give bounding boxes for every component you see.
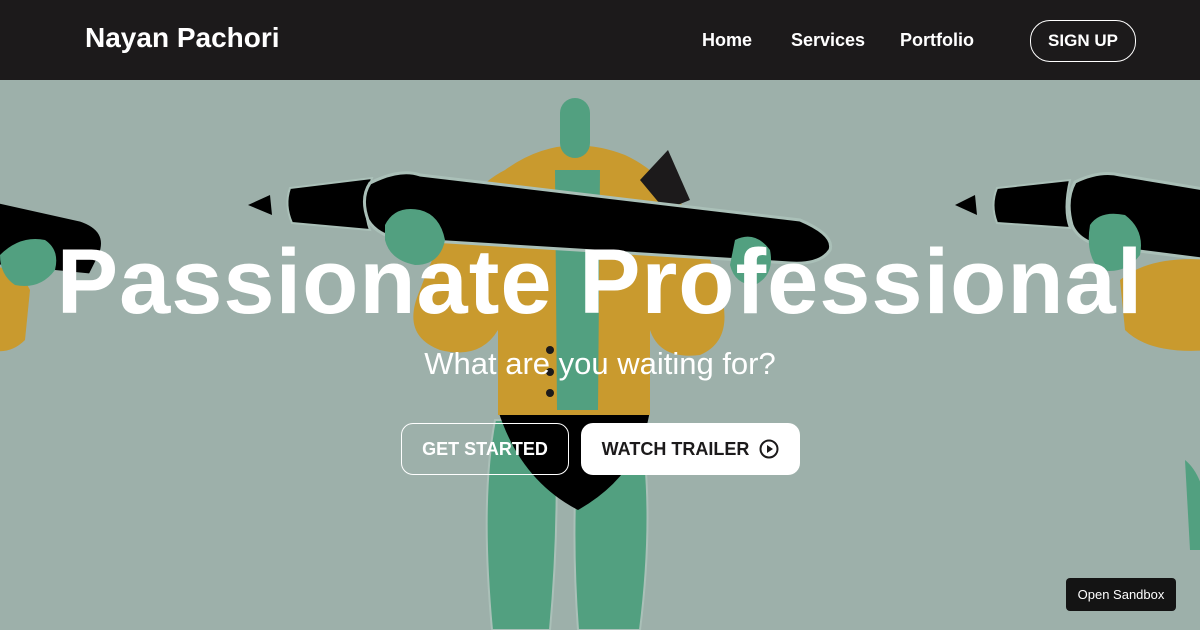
nav-link-services[interactable]: Services	[791, 30, 865, 51]
watch-trailer-button[interactable]: WATCH TRAILER	[581, 423, 800, 475]
navbar: Nayan Pachori Home Services Portfolio SI…	[0, 0, 1200, 80]
play-circle-icon	[759, 439, 779, 459]
nav-link-portfolio[interactable]: Portfolio	[900, 30, 974, 51]
nav-link-home[interactable]: Home	[702, 30, 752, 51]
watch-trailer-label: WATCH TRAILER	[601, 438, 750, 459]
hero-section: Passionate Professional What are you wai…	[0, 80, 1200, 630]
hero-subtitle: What are you waiting for?	[424, 346, 776, 381]
brand-logo[interactable]: Nayan Pachori	[85, 22, 280, 54]
get-started-button[interactable]: GET STARTED	[401, 423, 569, 475]
hero-title: Passionate Professional	[56, 231, 1144, 333]
open-sandbox-button[interactable]: Open Sandbox	[1066, 578, 1176, 611]
signup-button[interactable]: SIGN UP	[1030, 20, 1136, 62]
